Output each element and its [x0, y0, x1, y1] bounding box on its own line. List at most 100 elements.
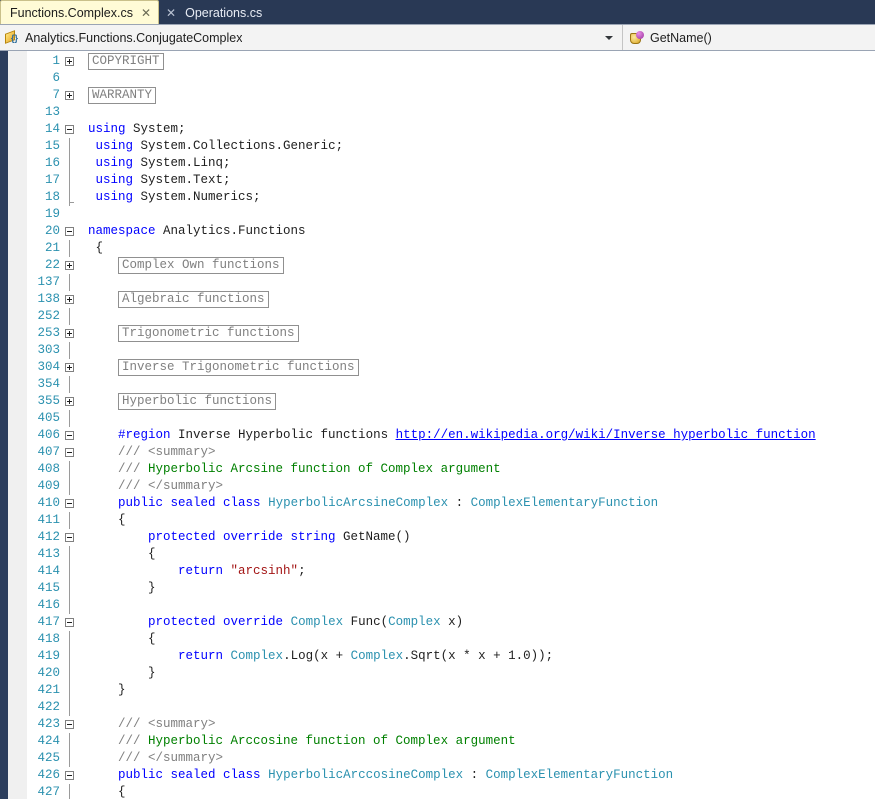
fold-guide-line [69, 682, 70, 699]
fold-margin-cell[interactable] [60, 444, 80, 461]
code-line[interactable]: 7WARRANTY [28, 87, 875, 104]
fold-margin-cell[interactable] [60, 325, 80, 342]
code-line[interactable]: 409 /// </summary> [28, 478, 875, 495]
collapse-region-icon[interactable] [65, 499, 74, 508]
close-icon[interactable]: ✕ [141, 7, 151, 19]
editor-tab[interactable]: Functions.Complex.cs✕ [0, 0, 159, 24]
expand-region-icon[interactable] [65, 57, 74, 66]
collapsed-region-block[interactable]: Hyperbolic functions [118, 393, 276, 410]
collapse-region-icon[interactable] [65, 431, 74, 440]
code-line[interactable]: 419 return Complex.Log(x + Complex.Sqrt(… [28, 648, 875, 665]
member-selector-dropdown[interactable]: GetName() [623, 25, 875, 50]
collapsed-region-block[interactable]: WARRANTY [88, 87, 156, 104]
code-line[interactable]: 421 } [28, 682, 875, 699]
fold-margin-cell[interactable] [60, 291, 80, 308]
collapsed-region-block[interactable]: Trigonometric functions [118, 325, 299, 342]
fold-guide-line [69, 410, 70, 427]
code-line[interactable]: 410 public sealed class HyperbolicArcsin… [28, 495, 875, 512]
code-line[interactable]: 423 /// <summary> [28, 716, 875, 733]
fold-margin-cell[interactable] [60, 767, 80, 784]
collapse-region-icon[interactable] [65, 618, 74, 627]
code-line[interactable]: 412 protected override string GetName() [28, 529, 875, 546]
code-line[interactable]: 354 [28, 376, 875, 393]
code-line[interactable]: 413 { [28, 546, 875, 563]
fold-margin-cell[interactable] [60, 614, 80, 631]
code-line[interactable]: 14using System; [28, 121, 875, 138]
collapsed-region-block[interactable]: Algebraic functions [118, 291, 269, 308]
expand-region-icon[interactable] [65, 261, 74, 270]
code-line[interactable]: 411 { [28, 512, 875, 529]
code-line[interactable]: 406 #region Inverse Hyperbolic functions… [28, 427, 875, 444]
fold-margin-cell[interactable] [60, 87, 80, 104]
code-line[interactable]: 418 { [28, 631, 875, 648]
collapsed-region-block[interactable]: Inverse Trigonometric functions [118, 359, 359, 376]
code-line[interactable]: 253 Trigonometric functions [28, 325, 875, 342]
code-line[interactable]: 408 /// Hyperbolic Arcsine function of C… [28, 461, 875, 478]
code-line[interactable]: 19 [28, 206, 875, 223]
expand-region-icon[interactable] [65, 295, 74, 304]
code-line[interactable]: 16 using System.Linq; [28, 155, 875, 172]
close-icon[interactable]: ✕ [166, 7, 176, 19]
code-hyperlink[interactable]: http://en.wikipedia.org/wiki/Inverse hyp… [396, 428, 816, 442]
collapse-region-icon[interactable] [65, 227, 74, 236]
collapsed-region-block[interactable]: Complex Own functions [118, 257, 284, 274]
collapse-region-icon[interactable] [65, 720, 74, 729]
code-line[interactable]: 22 Complex Own functions [28, 257, 875, 274]
code-line[interactable]: 426 public sealed class HyperbolicArccos… [28, 767, 875, 784]
code-line[interactable]: 20namespace Analytics.Functions [28, 223, 875, 240]
code-line[interactable]: 303 [28, 342, 875, 359]
collapse-region-icon[interactable] [65, 771, 74, 780]
code-line[interactable]: 416 [28, 597, 875, 614]
code-line[interactable]: 424 /// Hyperbolic Arccosine function of… [28, 733, 875, 750]
expand-region-icon[interactable] [65, 397, 74, 406]
code-line[interactable]: 252 [28, 308, 875, 325]
fold-guide-line [69, 733, 70, 750]
fold-margin-cell[interactable] [60, 53, 80, 70]
expand-region-icon[interactable] [65, 363, 74, 372]
collapsed-region-block[interactable]: COPYRIGHT [88, 53, 164, 70]
code-line[interactable]: 414 return "arcsinh"; [28, 563, 875, 580]
fold-margin-cell[interactable] [60, 359, 80, 376]
code-text-area[interactable]: 1COPYRIGHT67WARRANTY1314using System;15 … [28, 51, 875, 799]
collapse-region-icon[interactable] [65, 448, 74, 457]
collapse-region-icon[interactable] [65, 125, 74, 134]
code-line[interactable]: 18 using System.Numerics; [28, 189, 875, 206]
code-line[interactable]: 17 using System.Text; [28, 172, 875, 189]
fold-margin-cell[interactable] [60, 223, 80, 240]
fold-margin-cell[interactable] [60, 257, 80, 274]
code-line[interactable]: 407 /// <summary> [28, 444, 875, 461]
code-line[interactable]: 137 [28, 274, 875, 291]
fold-margin-cell[interactable] [60, 529, 80, 546]
code-line[interactable]: 304 Inverse Trigonometric functions [28, 359, 875, 376]
expand-region-icon[interactable] [65, 329, 74, 338]
visual-studio-editor-window: Functions.Complex.cs✕✕Operations.cs {} A… [0, 0, 875, 799]
fold-margin-cell[interactable] [60, 427, 80, 444]
code-line[interactable]: 427 { [28, 784, 875, 799]
code-line[interactable]: 425 /// </summary> [28, 750, 875, 767]
fold-margin-cell[interactable] [60, 393, 80, 410]
code-line[interactable]: 6 [28, 70, 875, 87]
fold-margin-cell[interactable] [60, 121, 80, 138]
code-line[interactable]: 420 } [28, 665, 875, 682]
code-line[interactable]: 15 using System.Collections.Generic; [28, 138, 875, 155]
fold-margin-cell[interactable] [60, 716, 80, 733]
code-line[interactable]: 415 } [28, 580, 875, 597]
collapse-region-icon[interactable] [65, 533, 74, 542]
selection-margin[interactable] [8, 51, 28, 799]
code-line[interactable]: 405 [28, 410, 875, 427]
code-line[interactable]: 138 Algebraic functions [28, 291, 875, 308]
code-line-text: COPYRIGHT [80, 53, 875, 71]
code-line[interactable]: 21 { [28, 240, 875, 257]
code-line[interactable]: 417 protected override Complex Func(Comp… [28, 614, 875, 631]
expand-region-icon[interactable] [65, 91, 74, 100]
code-line[interactable]: 13 [28, 104, 875, 121]
code-line[interactable]: 422 [28, 699, 875, 716]
type-selector-dropdown[interactable]: {} Analytics.Functions.ConjugateComplex [0, 25, 623, 50]
code-line[interactable]: 355 Hyperbolic functions [28, 393, 875, 410]
editor-tab[interactable]: ✕Operations.cs [159, 2, 269, 24]
line-number: 419 [28, 648, 60, 665]
code-line[interactable]: 1COPYRIGHT [28, 53, 875, 70]
code-editor-surface[interactable]: 1COPYRIGHT67WARRANTY1314using System;15 … [0, 51, 875, 799]
chevron-down-icon[interactable] [605, 36, 613, 40]
fold-margin-cell[interactable] [60, 495, 80, 512]
